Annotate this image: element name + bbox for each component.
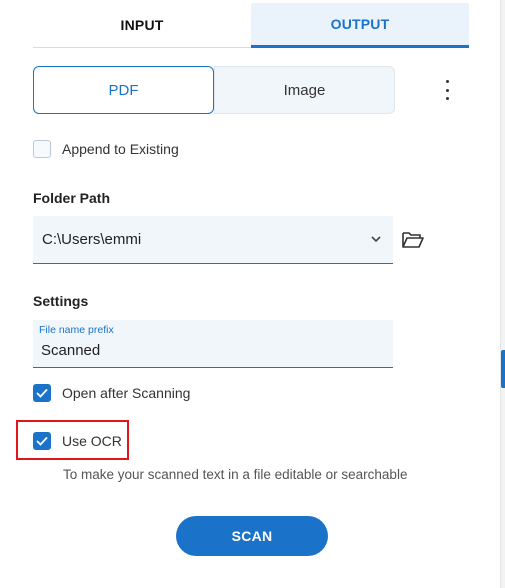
format-pdf-button[interactable]: PDF bbox=[33, 66, 214, 114]
append-to-existing-row[interactable]: Append to Existing bbox=[33, 140, 179, 158]
open-after-scanning-label: Open after Scanning bbox=[62, 385, 191, 401]
tab-output[interactable]: OUTPUT bbox=[251, 3, 469, 48]
scan-settings-panel: INPUT OUTPUT PDF Image Append to Existin… bbox=[0, 0, 501, 588]
background-window-edge bbox=[501, 350, 505, 388]
file-name-prefix-field[interactable]: File name prefix Scanned bbox=[33, 320, 393, 368]
folder-path-dropdown[interactable]: C:\Users\emmi bbox=[33, 216, 393, 264]
settings-heading: Settings bbox=[33, 293, 89, 309]
open-after-scanning-checkbox[interactable] bbox=[33, 384, 51, 402]
scan-button[interactable]: SCAN bbox=[176, 516, 328, 556]
more-vertical-icon[interactable] bbox=[438, 80, 456, 100]
use-ocr-highlight-box bbox=[16, 420, 129, 460]
tab-bar: INPUT OUTPUT bbox=[33, 3, 469, 48]
append-to-existing-checkbox[interactable] bbox=[33, 140, 51, 158]
file-name-prefix-input[interactable]: Scanned bbox=[41, 342, 381, 359]
folder-open-icon[interactable] bbox=[401, 229, 425, 251]
ocr-hint-text: To make your scanned text in a file edit… bbox=[63, 467, 408, 482]
chevron-down-icon[interactable] bbox=[369, 232, 383, 246]
folder-path-heading: Folder Path bbox=[33, 190, 111, 206]
open-after-scanning-row[interactable]: Open after Scanning bbox=[33, 384, 190, 402]
file-name-prefix-label: File name prefix bbox=[39, 324, 114, 336]
checkmark-icon bbox=[36, 388, 48, 398]
folder-path-value: C:\Users\emmi bbox=[42, 231, 142, 248]
format-image-button[interactable]: Image bbox=[214, 66, 395, 114]
append-to-existing-label: Append to Existing bbox=[62, 141, 179, 157]
tab-input[interactable]: INPUT bbox=[33, 3, 251, 48]
